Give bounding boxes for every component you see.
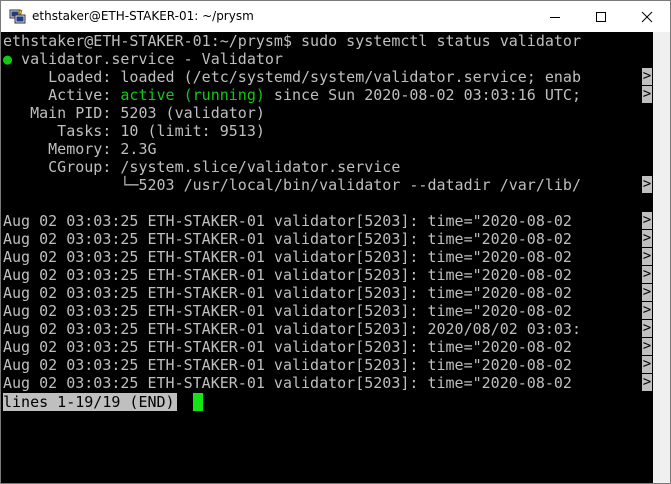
- overflow-marker: >: [642, 230, 652, 247]
- minimize-button[interactable]: [532, 1, 578, 32]
- overflow-marker: >: [642, 212, 652, 229]
- memory-line: Memory: 2.3G: [3, 140, 157, 158]
- maximize-icon: [596, 11, 606, 22]
- overflow-marker: >: [642, 284, 652, 301]
- active-since: since Sun 2020-08-02 03:03:16 UTC;: [264, 86, 581, 104]
- service-header: validator.service - Validator: [12, 50, 283, 68]
- log-line: Aug 02 03:03:25 ETH-STAKER-01 validator[…: [3, 302, 572, 320]
- maximize-button[interactable]: [578, 1, 624, 32]
- log-line: Aug 02 03:03:25 ETH-STAKER-01 validator[…: [3, 320, 581, 338]
- overflow-marker: >: [642, 176, 652, 193]
- log-line: Aug 02 03:03:25 ETH-STAKER-01 validator[…: [3, 338, 572, 356]
- vertical-scrollbar[interactable]: [653, 32, 670, 483]
- active-line: Active: active (running) since Sun 2020-…: [3, 86, 581, 104]
- window-title: ethstaker@ETH-STAKER-01: ~/prysm: [32, 9, 254, 23]
- main-pid-line: Main PID: 5203 (validator): [3, 104, 265, 122]
- active-state: active (running): [120, 86, 265, 104]
- overflow-marker: >: [642, 248, 652, 265]
- terminal-output[interactable]: ethstaker@ETH-STAKER-01:~/prysm$ sudo sy…: [1, 32, 653, 483]
- log-line: Aug 02 03:03:25 ETH-STAKER-01 validator[…: [3, 284, 572, 302]
- close-icon: [641, 11, 653, 22]
- overflow-marker: >: [642, 68, 652, 85]
- title-bar[interactable]: ethstaker@ETH-STAKER-01: ~/prysm: [1, 1, 670, 32]
- active-label: Active:: [3, 86, 121, 104]
- overflow-marker: >: [642, 266, 652, 283]
- log-line: Aug 02 03:03:25 ETH-STAKER-01 validator[…: [3, 356, 572, 374]
- overflow-marker: >: [642, 356, 652, 373]
- status-bullet: ●: [3, 50, 13, 68]
- minimize-icon: [550, 16, 560, 18]
- log-line: Aug 02 03:03:25 ETH-STAKER-01 validator[…: [3, 212, 572, 230]
- cgroup-child-line: └─5203 /usr/local/bin/validator --datadi…: [3, 176, 581, 194]
- log-line: Aug 02 03:03:25 ETH-STAKER-01 validator[…: [3, 374, 572, 392]
- cgroup-line: CGroup: /system.slice/validator.service: [3, 158, 401, 176]
- overflow-marker: >: [642, 86, 652, 103]
- command-prompt: ethstaker@ETH-STAKER-01:~/prysm$ sudo sy…: [3, 32, 581, 50]
- log-line: Aug 02 03:03:25 ETH-STAKER-01 validator[…: [3, 248, 572, 266]
- putty-icon[interactable]: [9, 8, 26, 25]
- overflow-marker: >: [642, 320, 652, 337]
- log-line: Aug 02 03:03:25 ETH-STAKER-01 validator[…: [3, 266, 572, 284]
- overflow-marker: >: [642, 338, 652, 355]
- close-button[interactable]: [624, 1, 670, 32]
- service-header-line: ● validator.service - Validator: [3, 50, 283, 68]
- pager-status: lines 1-19/19 (END): [3, 393, 177, 411]
- overflow-marker: >: [642, 374, 652, 391]
- log-line: Aug 02 03:03:25 ETH-STAKER-01 validator[…: [3, 230, 572, 248]
- tasks-line: Tasks: 10 (limit: 9513): [3, 122, 265, 140]
- terminal-window: ethstaker@ETH-STAKER-01: ~/prysm ethstak…: [0, 0, 671, 484]
- overflow-marker: >: [642, 302, 652, 319]
- text-cursor: [193, 393, 203, 411]
- loaded-line: Loaded: loaded (/etc/systemd/system/vali…: [3, 68, 581, 86]
